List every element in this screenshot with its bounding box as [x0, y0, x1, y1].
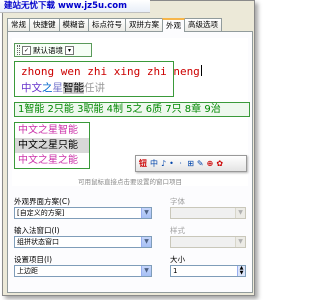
vertical-candidate-row: 中文之星智能	[18, 125, 78, 136]
style-select[interactable]: ▼	[170, 236, 246, 248]
tab-hotkeys[interactable]: 快捷键	[29, 18, 60, 31]
font-select[interactable]: ▼	[170, 207, 246, 219]
chinese-mode-icon: 中	[150, 158, 158, 168]
dropdown-arrow-icon: ▾	[65, 45, 74, 55]
size-value: 1	[173, 267, 178, 275]
fullwidth-icon: ㆍ	[176, 158, 185, 168]
grip-handle-icon	[17, 45, 20, 55]
scheme-label: 外观界面方案(C)	[14, 197, 71, 206]
inline-candidates: 中文之星智能任讲	[21, 80, 105, 95]
candidate-item: 星	[52, 82, 64, 94]
chevron-down-icon: ▼	[141, 237, 151, 247]
scheme-value: [自定义的方案]	[17, 209, 65, 217]
setting-item-select[interactable]: 上边距 ▼	[14, 265, 152, 277]
tab-punctuation[interactable]: 标点符号	[88, 18, 126, 31]
candidate-item: 任讲	[84, 82, 105, 94]
vertical-candidate-window[interactable]: 中文之星智能 中文之星只能 中文之星之能	[14, 122, 90, 169]
candidate-item-selected: 智能	[63, 82, 84, 94]
chevron-down-icon: ▼	[141, 266, 151, 276]
preview-mode-toolbar[interactable]: ✓ 默认语境 ▾	[14, 43, 92, 57]
text-caret-icon	[200, 65, 202, 76]
settings-dialog: 常规 快捷键 模糊音 标点符号 双拼方案 外观 高级选项 ✓ 默认语境 ▾ zh…	[2, 0, 255, 296]
setting-item-value: 上边距	[17, 267, 38, 275]
chevron-down-icon: ▼	[235, 237, 245, 247]
appearance-preview[interactable]: ✓ 默认语境 ▾ zhong wen zhi xing zhi neng 中文之…	[12, 38, 250, 186]
horizontal-candidate-window[interactable]: 1智能 2只能 3职能 4制 5之 6质 7只 8章 9治	[14, 102, 250, 117]
watermark-banner: 建站无忧下载 www.jz5u.com	[0, 0, 150, 13]
ime-window-select[interactable]: 组拼状态窗口 ▼	[14, 236, 152, 248]
logo-icon: 钮	[139, 158, 147, 168]
ime-window-value: 组拼状态窗口	[17, 238, 59, 246]
ime-window-label: 输入法窗口(I)	[14, 226, 60, 235]
tab-general[interactable]: 常规	[7, 18, 30, 31]
size-spinner[interactable]: 1 ▲ ▼	[170, 265, 246, 277]
style-label: 样式	[170, 226, 185, 235]
candidate-item: 中文	[21, 82, 42, 94]
toolbar-mode-label: 默认语境	[33, 45, 63, 55]
chevron-down-icon: ▼	[235, 208, 245, 218]
tools-icon: ⊕	[206, 158, 214, 168]
tab-fuzzy-pinyin[interactable]: 模糊音	[58, 18, 89, 31]
skin-icon: ✿	[216, 158, 224, 168]
tab-appearance[interactable]: 外观	[162, 18, 185, 32]
composition-window[interactable]: zhong wen zhi xing zhi neng 中文之星智能任讲	[14, 61, 202, 97]
vertical-candidate-row: 中文之星之能	[18, 155, 78, 166]
scheme-select[interactable]: [自定义的方案] ▼	[14, 207, 152, 219]
punctuation-icon: •	[169, 158, 174, 168]
tab-strip: 常规 快捷键 模糊音 标点符号 双拼方案 外观 高级选项	[7, 18, 254, 32]
font-label: 字体	[170, 197, 185, 206]
spin-arrows-icon[interactable]: ▲ ▼	[237, 266, 245, 276]
candidate-item: 之	[42, 82, 53, 94]
appearance-panel: ✓ 默认语境 ▾ zhong wen zhi xing zhi neng 中文之…	[7, 31, 253, 293]
ime-status-bar[interactable]: 钮 中 ♪ • ㆍ ⊞ ✎ ⊕ ✿	[135, 155, 247, 172]
preview-hint: 可用鼠标直接点击要设置的窗口项目	[78, 178, 182, 186]
moon-icon: ♪	[161, 158, 167, 168]
chevron-down-icon: ▼	[141, 208, 151, 218]
tab-advanced[interactable]: 高级选项	[184, 18, 222, 31]
checkbox-icon: ✓	[22, 45, 31, 55]
composition-text: zhong wen zhi xing zhi neng	[21, 65, 202, 78]
tab-shuangpin[interactable]: 双拼方案	[125, 18, 163, 31]
size-label: 大小	[170, 255, 185, 264]
setting-item-label: 设置项目(I)	[14, 255, 53, 264]
keyboard-icon: ⊞	[187, 158, 194, 168]
pen-icon: ✎	[196, 158, 204, 168]
vertical-candidate-row-selected: 中文之星只能	[15, 138, 89, 153]
